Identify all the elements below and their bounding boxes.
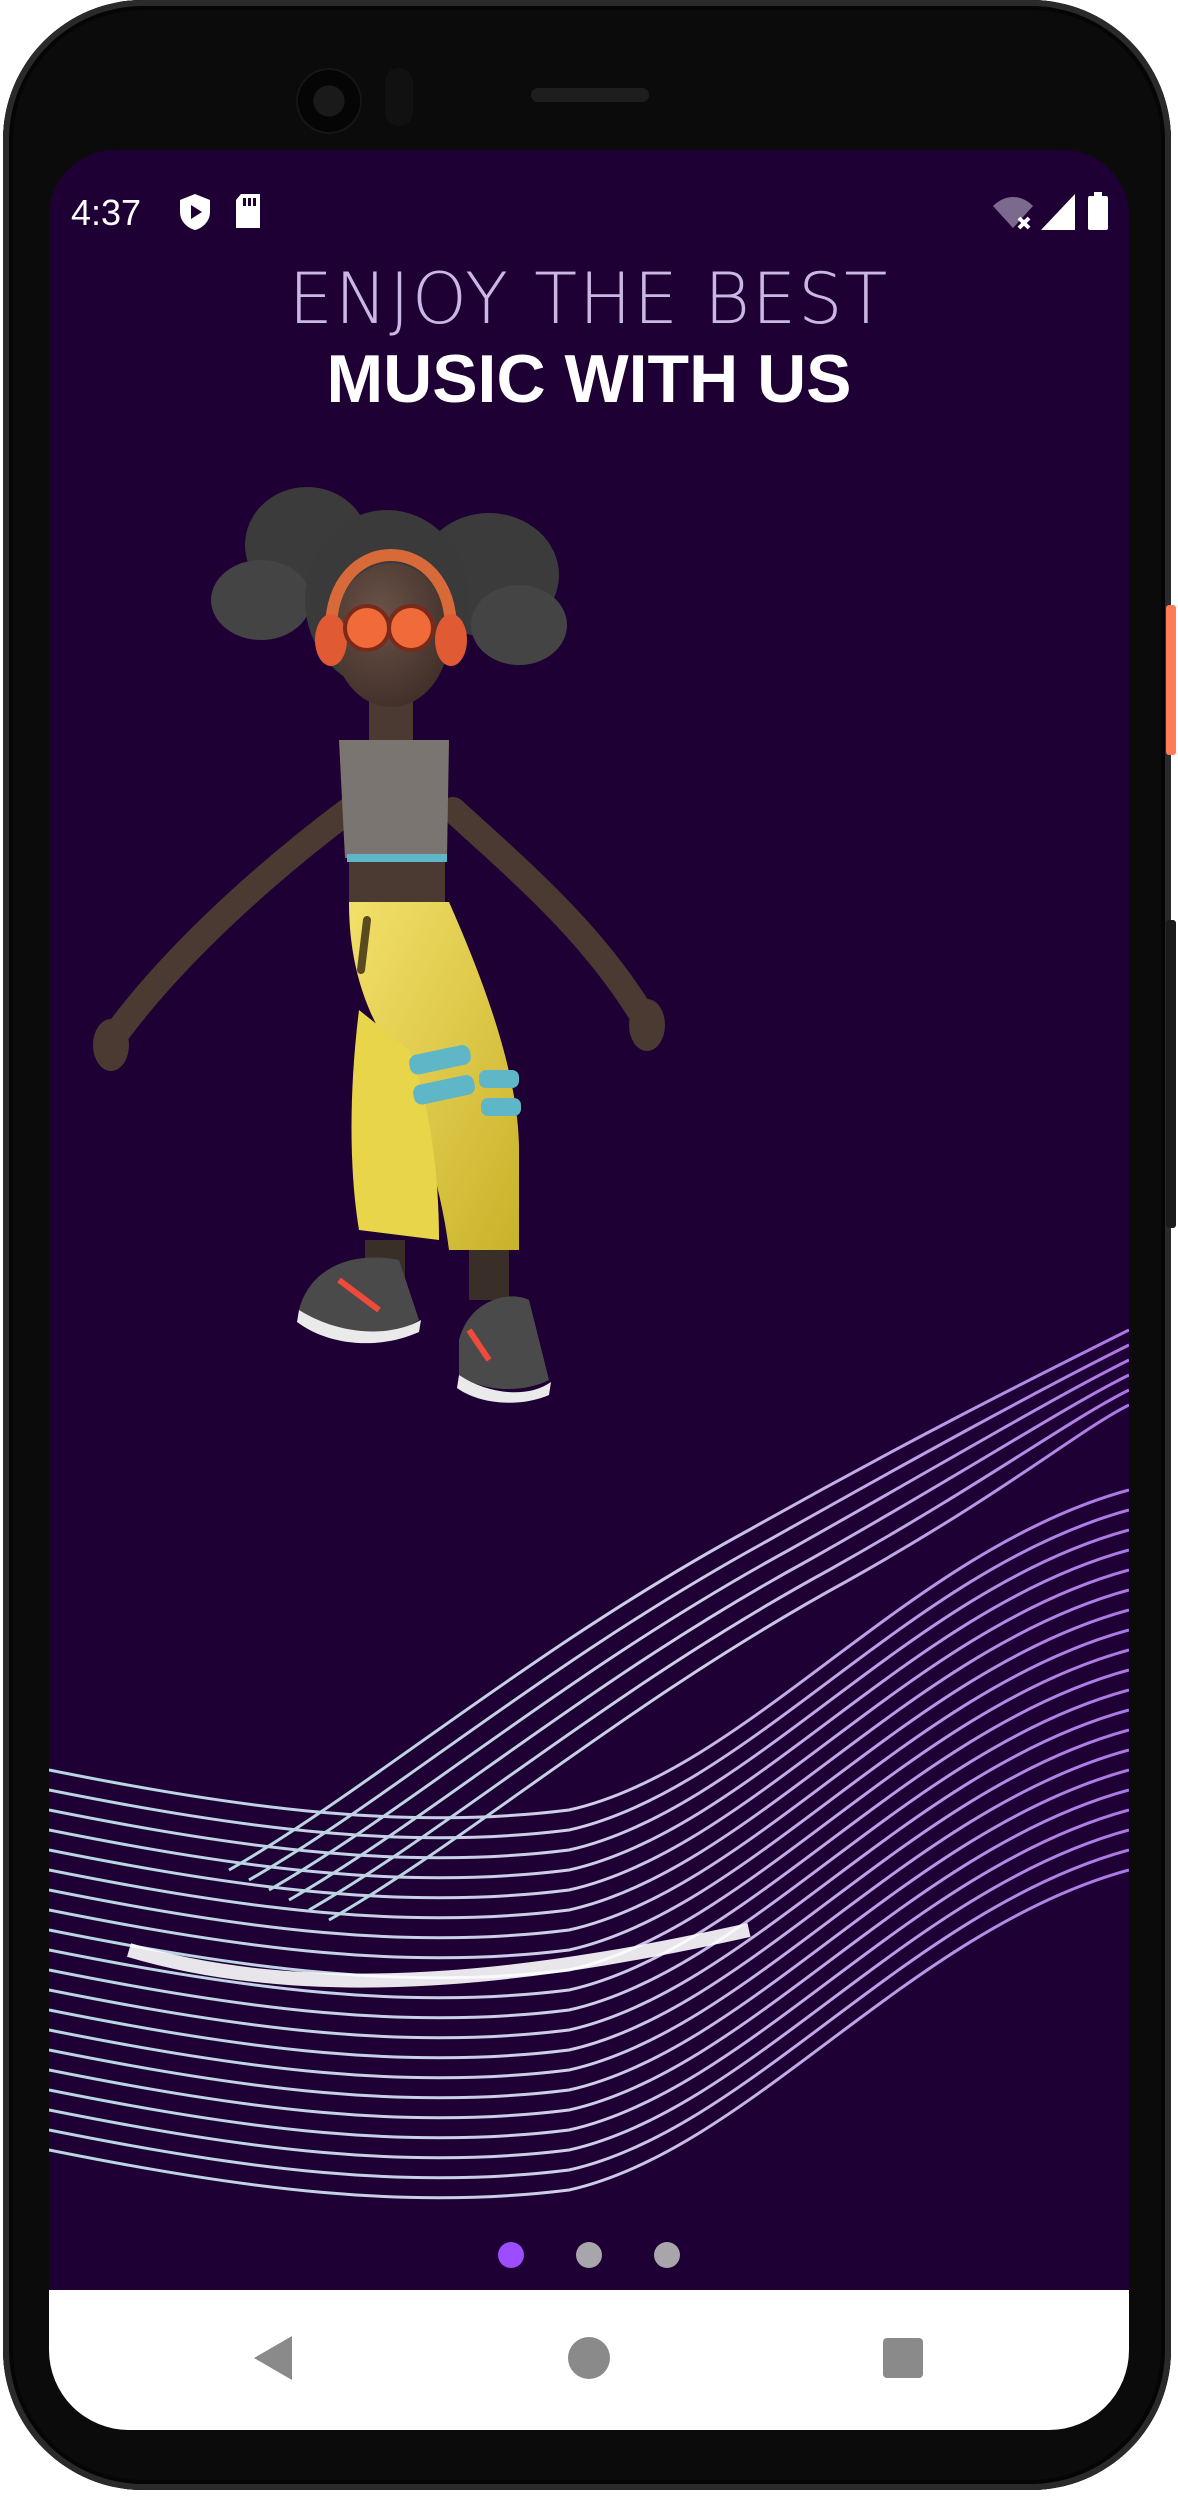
shield-play-icon (177, 192, 213, 237)
cell-signal-icon (1039, 192, 1077, 237)
proximity-sensor (385, 68, 413, 126)
battery-icon (1087, 192, 1109, 237)
front-camera (298, 70, 360, 132)
phone-frame: 4:37 ENJOY THE BEST MUSIC WITH US (3, 0, 1171, 2490)
dancing-girl-illustration (49, 487, 1129, 2200)
power-button (1166, 605, 1176, 755)
page-dot-2[interactable] (576, 2242, 602, 2268)
system-navigation-bar (49, 2290, 1129, 2430)
page-indicator (49, 2242, 1129, 2268)
volume-button (1166, 920, 1176, 1228)
screen: 4:37 ENJOY THE BEST MUSIC WITH US (49, 150, 1129, 2430)
sound-wave (49, 1328, 1129, 2200)
headline-bold: MUSIC WITH US (326, 341, 852, 417)
back-icon[interactable] (254, 2336, 292, 2380)
wifi-off-icon (991, 192, 1035, 237)
sd-card-icon (233, 192, 263, 235)
dancer-figure (93, 487, 665, 1403)
page-dot-1[interactable] (498, 2242, 524, 2268)
page-dot-3[interactable] (654, 2242, 680, 2268)
recents-icon[interactable] (883, 2338, 923, 2378)
earpiece-speaker (531, 88, 649, 102)
status-time: 4:37 (71, 192, 142, 233)
home-icon[interactable] (568, 2337, 610, 2379)
status-bar: 4:37 (49, 190, 1129, 240)
headline-light: ENJOY THE BEST (288, 258, 890, 340)
